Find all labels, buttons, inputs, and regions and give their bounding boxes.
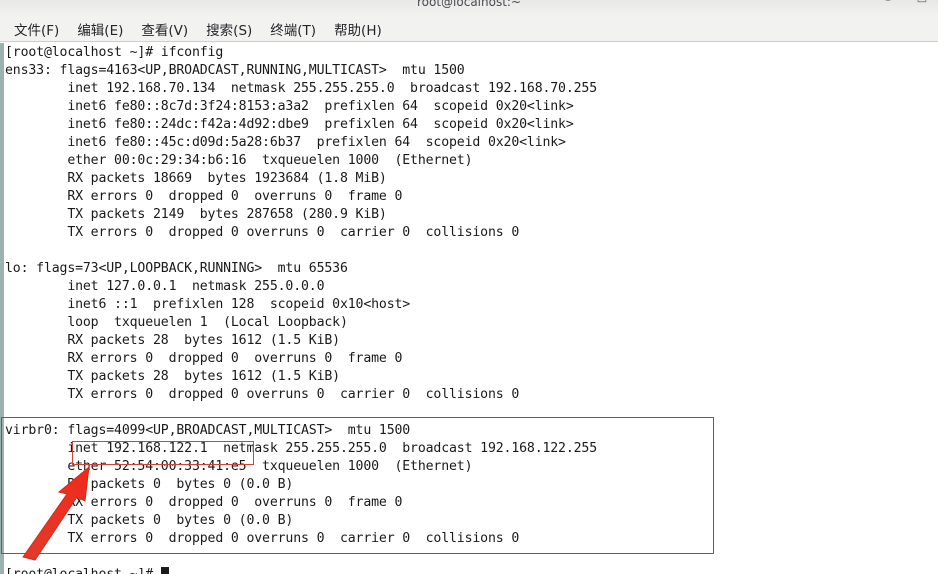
terminal-line: RX packets 28 bytes 1612 (1.5 KiB) <box>5 333 340 348</box>
window-title: root@localhost:~ <box>416 0 522 9</box>
terminal-line: inet6 fe80::24dc:f42a:4d92:dbe9 prefixle… <box>5 117 574 132</box>
terminal-line: lo: flags=73<UP,LOOPBACK,RUNNING> mtu 65… <box>5 261 348 276</box>
maximize-button[interactable]: ▭ <box>916 0 928 6</box>
terminal-line: TX packets 28 bytes 1612 (1.5 KiB) <box>5 369 340 384</box>
terminal-line: inet 192.168.122.1 netmask 255.255.255.0… <box>5 441 598 456</box>
terminal-line: RX errors 0 dropped 0 overruns 0 frame 0 <box>5 189 403 204</box>
terminal-line: ens33: flags=4163<UP,BROADCAST,RUNNING,M… <box>5 63 465 78</box>
terminal-line: virbr0: flags=4099<UP,BROADCAST,MULTICAS… <box>5 423 411 438</box>
terminal-line: ether 00:0c:29:34:b6:16 txqueuelen 1000 … <box>5 153 473 168</box>
terminal-output[interactable]: [root@localhost ~]# ifconfig ens33: flags… <box>4 43 938 574</box>
terminal-line: [root@localhost ~]# ifconfig <box>5 45 224 60</box>
terminal-line: TX errors 0 dropped 0 overruns 0 carrier… <box>5 387 520 402</box>
terminal-line: TX errors 0 dropped 0 overruns 0 carrier… <box>5 531 520 546</box>
menu-bar: 文件(F) 编辑(E) 查看(V) 搜索(S) 终端(T) 帮助(H) <box>0 16 938 42</box>
window-controls: – ▭ <box>882 0 928 6</box>
terminal-line: inet6 fe80::45c:d09d:5a28:6b37 prefixlen… <box>5 135 566 150</box>
minimize-button[interactable]: – <box>882 0 894 6</box>
menu-edit[interactable]: 编辑(E) <box>69 17 131 41</box>
terminal-prompt-line: [root@localhost ~]# <box>5 566 938 574</box>
minimize-icon: – <box>882 0 894 6</box>
terminal-line: inet6 fe80::8c7d:3f24:8153:a3a2 prefixle… <box>5 99 574 114</box>
terminal-line: TX packets 0 bytes 0 (0.0 B) <box>5 513 294 528</box>
terminal-area[interactable]: [root@localhost ~]# ifconfig ens33: flags… <box>0 43 938 574</box>
terminal-line: RX errors 0 dropped 0 overruns 0 frame 0 <box>5 495 403 510</box>
terminal-line: inet 127.0.0.1 netmask 255.0.0.0 <box>5 279 325 294</box>
menu-help[interactable]: 帮助(H) <box>326 17 390 41</box>
terminal-line: RX packets 18669 bytes 1923684 (1.8 MiB) <box>5 171 387 186</box>
terminal-cursor <box>160 567 169 574</box>
terminal-window: root@localhost:~ – ▭ 文件(F) 编辑(E) 查看(V) 搜… <box>0 0 938 574</box>
terminal-line: RX errors 0 dropped 0 overruns 0 frame 0 <box>5 351 403 366</box>
menu-terminal[interactable]: 终端(T) <box>262 17 324 41</box>
terminal-line: RX packets 0 bytes 0 (0.0 B) <box>5 477 294 492</box>
terminal-line: loop txqueuelen 1 (Local Loopback) <box>5 315 348 330</box>
window-titlebar[interactable]: root@localhost:~ – ▭ <box>0 0 938 17</box>
terminal-line: TX packets 2149 bytes 287658 (280.9 KiB) <box>5 207 387 222</box>
terminal-line: TX errors 0 dropped 0 overruns 0 carrier… <box>5 225 520 240</box>
terminal-line: inet6 ::1 prefixlen 128 scopeid 0x10<hos… <box>5 297 411 312</box>
maximize-icon: ▭ <box>916 0 928 6</box>
terminal-line: ether 52:54:00:33:41:e5 txqueuelen 1000 … <box>5 459 473 474</box>
terminal-line: inet 192.168.70.134 netmask 255.255.255.… <box>5 81 598 96</box>
menu-file[interactable]: 文件(F) <box>6 17 67 41</box>
menu-search[interactable]: 搜索(S) <box>198 17 260 41</box>
menu-view[interactable]: 查看(V) <box>133 17 196 41</box>
terminal-prompt-text: [root@localhost ~]# <box>5 567 161 574</box>
